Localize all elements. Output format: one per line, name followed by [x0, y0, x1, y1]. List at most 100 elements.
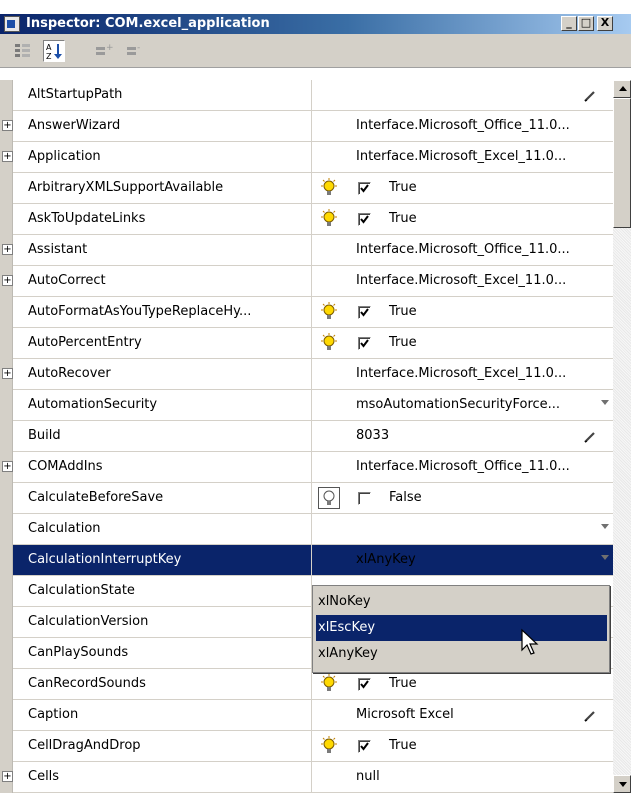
expand-plus-icon[interactable]: +: [2, 151, 13, 162]
edit-pencil-icon[interactable]: [583, 709, 597, 723]
column-divider[interactable]: [311, 390, 312, 421]
column-divider[interactable]: [311, 762, 312, 793]
property-row[interactable]: + AutoCorrect Interface.Microsoft_Excel_11…: [0, 266, 613, 297]
property-value[interactable]: Interface.Microsoft_Office_11.0...: [356, 118, 610, 133]
scroll-thumb[interactable]: [613, 98, 631, 228]
boolean-checkbox[interactable]: [358, 213, 371, 226]
column-divider[interactable]: [311, 545, 312, 576]
property-row[interactable]: Caption Microsoft Excel: [0, 700, 613, 731]
column-divider[interactable]: [311, 669, 312, 700]
column-divider[interactable]: [311, 700, 312, 731]
column-divider[interactable]: [311, 421, 312, 452]
expand-all-icon[interactable]: +: [93, 40, 115, 62]
collapse-all-icon[interactable]: -: [124, 40, 146, 62]
property-row[interactable]: + AnswerWizard Interface.Microsoft_Office_…: [0, 111, 613, 142]
chevron-down-icon[interactable]: [601, 555, 609, 560]
property-row[interactable]: + AutoRecover Interface.Microsoft_Excel_11…: [0, 359, 613, 390]
property-row[interactable]: CalculationInterruptKey xlAnyKey: [0, 545, 613, 576]
lightbulb-on-icon[interactable]: [318, 177, 340, 199]
lightbulb-on-icon[interactable]: [318, 332, 340, 354]
lightbulb-on-icon[interactable]: [318, 673, 340, 695]
property-row[interactable]: CanRecordSounds True: [0, 669, 613, 700]
lightbulb-off-icon[interactable]: [318, 487, 340, 509]
title-bar[interactable]: Inspector: COM.excel_application _ □ X: [0, 14, 631, 34]
boolean-value: True: [389, 676, 417, 691]
column-divider[interactable]: [311, 266, 312, 297]
close-button[interactable]: X: [597, 16, 613, 31]
expand-plus-icon[interactable]: +: [2, 244, 13, 255]
dropdown-option-xlesckey[interactable]: xlEscKey: [316, 615, 607, 641]
property-row[interactable]: AutomationSecurity msoAutomationSecurityF…: [0, 390, 613, 421]
maximize-button[interactable]: □: [578, 16, 594, 31]
chevron-down-icon[interactable]: [601, 524, 609, 529]
expand-plus-icon[interactable]: +: [2, 368, 13, 379]
categorized-view-icon[interactable]: [12, 40, 34, 62]
property-value[interactable]: Interface.Microsoft_Excel_11.0...: [356, 366, 610, 381]
column-divider[interactable]: [311, 235, 312, 266]
sort-alphabetical-icon[interactable]: AZ: [43, 40, 65, 62]
property-row[interactable]: AutoFormatAsYouTypeReplaceHy... True: [0, 297, 613, 328]
expand-plus-icon[interactable]: +: [2, 461, 13, 472]
scroll-up-button[interactable]: [613, 80, 631, 98]
column-divider[interactable]: [311, 204, 312, 235]
column-divider[interactable]: [311, 731, 312, 762]
property-value[interactable]: Interface.Microsoft_Office_11.0...: [356, 242, 610, 257]
minimize-button[interactable]: _: [561, 16, 577, 31]
expand-plus-icon[interactable]: +: [2, 120, 13, 131]
property-value[interactable]: xlAnyKey: [356, 552, 610, 567]
property-value[interactable]: Interface.Microsoft_Office_11.0...: [356, 459, 610, 474]
scroll-down-button[interactable]: [613, 775, 631, 793]
row-gutter: [0, 731, 13, 762]
property-row[interactable]: Calculation: [0, 514, 613, 545]
boolean-checkbox[interactable]: [358, 492, 371, 505]
boolean-checkbox[interactable]: [358, 337, 371, 350]
column-divider[interactable]: [311, 359, 312, 390]
column-divider[interactable]: [311, 297, 312, 328]
column-divider[interactable]: [311, 111, 312, 142]
property-value[interactable]: 8033: [356, 428, 610, 443]
svg-text:+: +: [106, 43, 114, 53]
column-divider[interactable]: [311, 514, 312, 545]
property-row[interactable]: + Assistant Interface.Microsoft_Office_11.…: [0, 235, 613, 266]
edit-pencil-icon[interactable]: [583, 89, 597, 103]
boolean-checkbox[interactable]: [358, 306, 371, 319]
property-row[interactable]: Build 8033: [0, 421, 613, 452]
lightbulb-on-icon[interactable]: [318, 301, 340, 323]
boolean-checkbox[interactable]: [358, 678, 371, 691]
property-row[interactable]: ArbitraryXMLSupportAvailable True: [0, 173, 613, 204]
dropdown-option-xlanykey[interactable]: xlAnyKey: [316, 641, 607, 667]
property-row[interactable]: AutoPercentEntry True: [0, 328, 613, 359]
lightbulb-on-icon[interactable]: [318, 735, 340, 757]
property-row[interactable]: CellDragAndDrop True: [0, 731, 613, 762]
property-value[interactable]: Microsoft Excel: [356, 707, 610, 722]
property-row[interactable]: AskToUpdateLinks True: [0, 204, 613, 235]
property-row[interactable]: CalculateBeforeSave False: [0, 483, 613, 514]
property-value[interactable]: msoAutomationSecurityForce...: [356, 397, 610, 412]
expand-plus-icon[interactable]: +: [2, 771, 13, 782]
property-row[interactable]: AltStartupPath: [0, 80, 613, 111]
column-divider[interactable]: [311, 483, 312, 514]
property-name: AutoCorrect: [28, 273, 106, 288]
property-value[interactable]: null: [356, 769, 610, 784]
edit-pencil-icon[interactable]: [583, 430, 597, 444]
property-value[interactable]: Interface.Microsoft_Excel_11.0...: [356, 149, 610, 164]
boolean-checkbox[interactable]: [358, 182, 371, 195]
column-divider[interactable]: [311, 142, 312, 173]
property-name: AutomationSecurity: [28, 397, 158, 412]
column-divider[interactable]: [311, 328, 312, 359]
property-value[interactable]: Interface.Microsoft_Excel_11.0...: [356, 273, 610, 288]
column-divider[interactable]: [311, 452, 312, 483]
vertical-scrollbar[interactable]: [613, 80, 631, 793]
property-row[interactable]: + Cells null: [0, 762, 613, 793]
row-gutter: [0, 545, 13, 576]
property-name: AskToUpdateLinks: [28, 211, 146, 226]
property-row[interactable]: + Application Interface.Microsoft_Excel_11…: [0, 142, 613, 173]
lightbulb-on-icon[interactable]: [318, 208, 340, 230]
column-divider[interactable]: [311, 173, 312, 204]
property-row[interactable]: + COMAddIns Interface.Microsoft_Office_11.…: [0, 452, 613, 483]
chevron-down-icon[interactable]: [601, 400, 609, 405]
column-divider[interactable]: [311, 80, 312, 111]
expand-plus-icon[interactable]: +: [2, 275, 13, 286]
dropdown-option-xlnokey[interactable]: xlNoKey: [316, 589, 607, 615]
boolean-checkbox[interactable]: [358, 740, 371, 753]
